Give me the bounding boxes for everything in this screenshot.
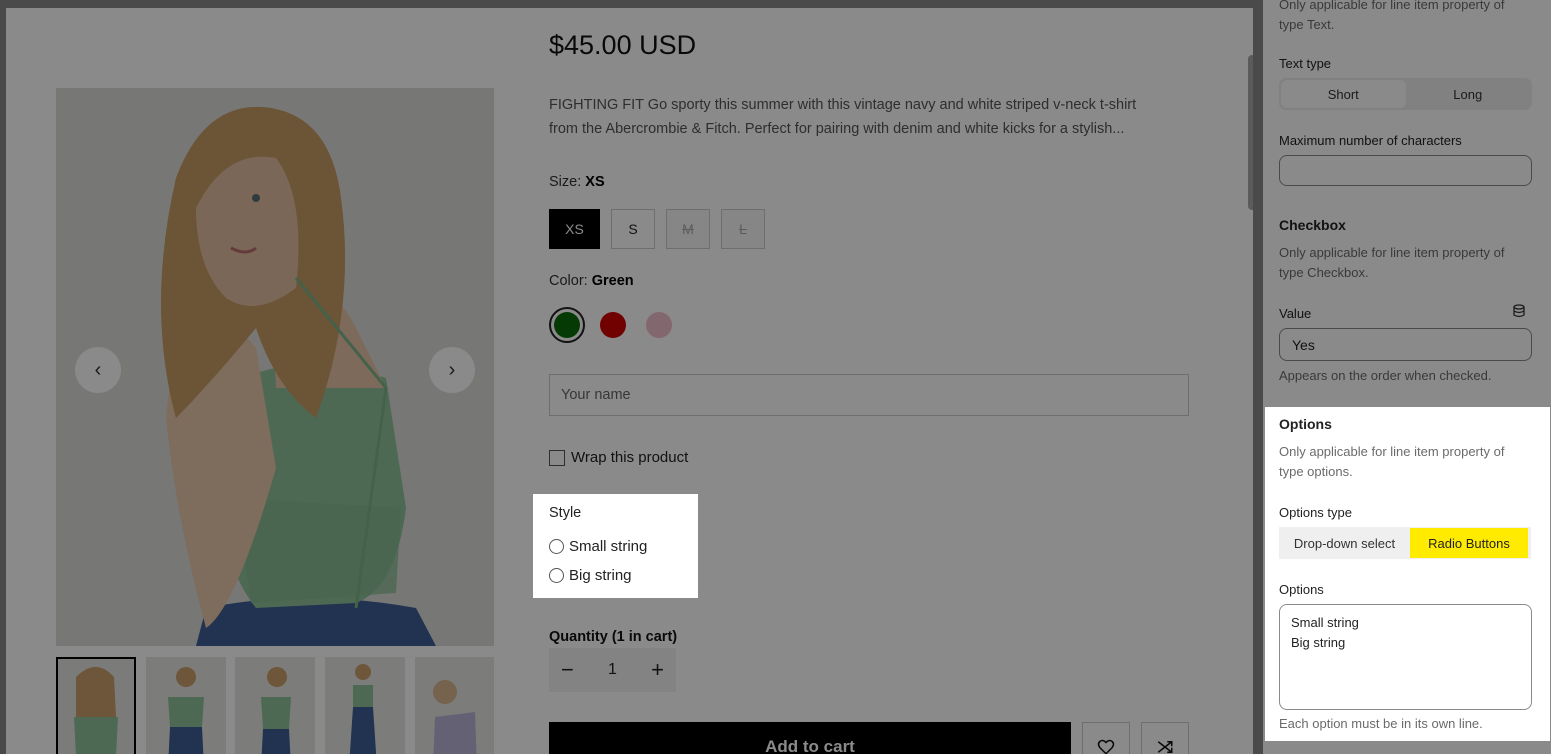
text-type-toggle: Short Long xyxy=(1279,78,1532,110)
value-label: Value xyxy=(1279,306,1312,321)
max-chars-input[interactable] xyxy=(1279,155,1532,186)
quantity-label: Quantity (1 in cart) xyxy=(549,629,678,645)
thumbnail-strip xyxy=(56,657,494,754)
plus-icon[interactable]: + xyxy=(651,657,664,683)
thumbnail[interactable] xyxy=(415,657,494,754)
options-label: Options xyxy=(1279,582,1324,597)
minus-icon[interactable]: − xyxy=(561,657,574,683)
options-type-toggle: Drop-down select Radio Buttons xyxy=(1279,527,1531,559)
checkbox-help: Only applicable for line item property o… xyxy=(1279,245,1505,280)
product-preview: ‹ › $45.00 USD FIGHTING FIT Go sporty th… xyxy=(6,8,1253,754)
color-swatch-pink[interactable] xyxy=(646,312,672,338)
options-settings-panel: Options Only applicable for line item pr… xyxy=(1265,407,1550,741)
next-image-button[interactable]: › xyxy=(429,347,475,393)
options-textarea[interactable]: Small string Big string xyxy=(1279,604,1532,710)
quantity-value[interactable]: 1 xyxy=(608,661,617,679)
chevron-left-icon: ‹ xyxy=(94,358,102,381)
color-swatch-green[interactable] xyxy=(549,307,585,343)
thumbnail[interactable] xyxy=(146,657,226,754)
chevron-right-icon: › xyxy=(448,358,456,381)
radio-button[interactable] xyxy=(549,539,564,554)
your-name-input[interactable] xyxy=(549,374,1189,416)
database-icon[interactable] xyxy=(1512,304,1526,318)
style-option-big[interactable]: Big string xyxy=(549,567,632,584)
preview-scrollbar[interactable] xyxy=(1248,55,1253,210)
options-type-dropdown[interactable]: Drop-down select xyxy=(1279,536,1410,551)
shuffle-icon xyxy=(1157,741,1173,753)
wrap-product-checkbox-row[interactable]: Wrap this product xyxy=(549,449,688,466)
heart-icon xyxy=(1097,739,1115,754)
size-label: Size: XS xyxy=(549,174,605,190)
style-radio-widget: Style Small string Big string xyxy=(533,494,698,598)
text-type-short[interactable]: Short xyxy=(1281,80,1406,108)
wrap-product-label: Wrap this product xyxy=(571,449,689,466)
radio-button[interactable] xyxy=(549,568,564,583)
thumbnail[interactable] xyxy=(325,657,405,754)
size-option-m[interactable]: M xyxy=(666,209,710,249)
options-footer-help: Each option must be in its own line. xyxy=(1279,716,1483,731)
add-to-cart-button[interactable]: Add to cart xyxy=(549,722,1071,754)
options-heading: Options xyxy=(1279,416,1332,432)
text-type-long[interactable]: Long xyxy=(1406,80,1531,108)
color-swatch-red[interactable] xyxy=(600,312,626,338)
color-label: Color: Green xyxy=(549,273,634,289)
options-type-label: Options type xyxy=(1279,505,1352,520)
product-price: $45.00 USD xyxy=(549,30,697,60)
style-title: Style xyxy=(549,505,582,521)
max-chars-label: Maximum number of characters xyxy=(1279,133,1462,148)
wrap-product-checkbox[interactable] xyxy=(549,449,565,466)
thumbnail[interactable] xyxy=(56,657,136,754)
checkbox-heading: Checkbox xyxy=(1279,217,1346,233)
thumbnail[interactable] xyxy=(235,657,315,754)
value-help: Appears on the order when checked. xyxy=(1279,368,1492,383)
text-type-label: Text type xyxy=(1279,56,1332,71)
size-option-xs[interactable]: XS xyxy=(549,209,600,249)
prev-image-button[interactable]: ‹ xyxy=(75,347,121,393)
options-type-radio[interactable]: Radio Buttons xyxy=(1410,528,1528,558)
style-option-small[interactable]: Small string xyxy=(549,538,647,555)
compare-button[interactable] xyxy=(1141,722,1189,754)
size-option-s[interactable]: S xyxy=(611,209,655,249)
text-type-help: Only applicable for line item property o… xyxy=(1279,0,1505,32)
options-help: Only applicable for line item property o… xyxy=(1279,444,1505,479)
product-description: FIGHTING FIT Go sporty this summer with … xyxy=(549,97,1137,137)
size-option-l[interactable]: L xyxy=(721,209,765,249)
value-input[interactable]: Yes xyxy=(1279,328,1532,361)
product-main-image: ‹ › xyxy=(56,88,494,646)
quantity-stepper: − 1 + xyxy=(549,648,676,692)
wishlist-button[interactable] xyxy=(1082,722,1130,754)
